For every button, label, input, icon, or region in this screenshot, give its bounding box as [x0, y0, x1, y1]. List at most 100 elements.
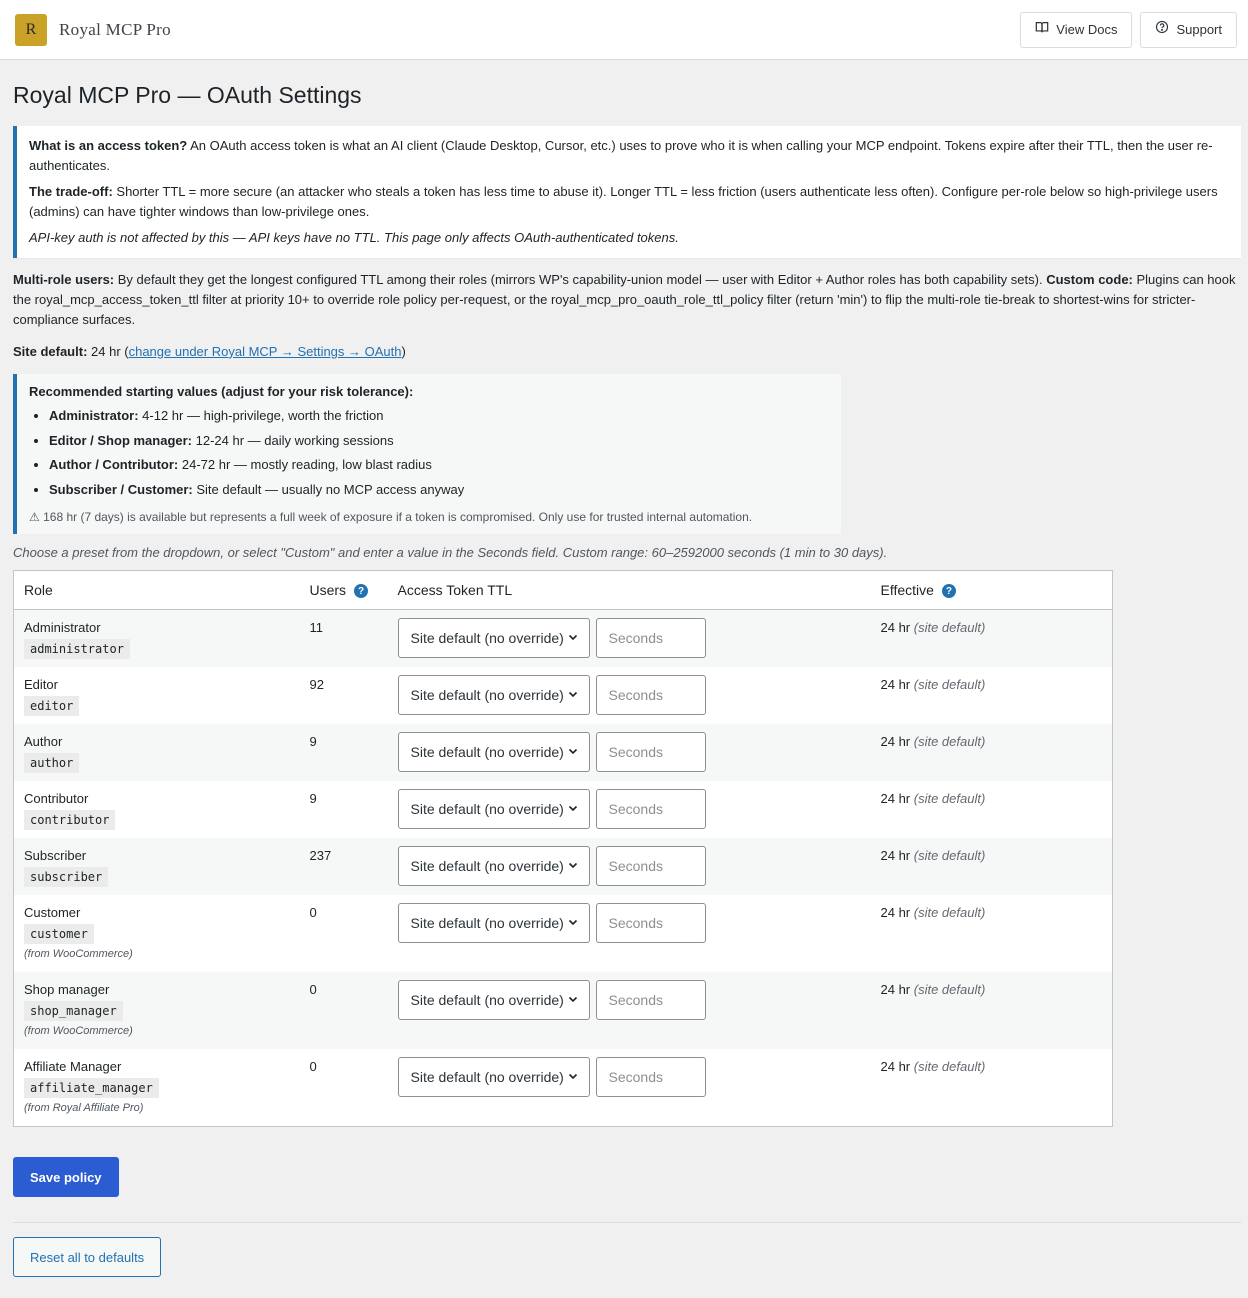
ttl-cell: Site default (no override): [387, 972, 871, 1050]
table-row: Editor editor 92 Site default (no override)…: [14, 667, 1113, 724]
role-source: (from WooCommerce): [24, 1025, 133, 1038]
user-count: 9: [309, 791, 317, 807]
role-slug: customer: [24, 924, 94, 945]
effective-value: 24 hr (site default): [880, 848, 986, 864]
role-cell: Shop manager shop_manager (from WooCommerc…: [13, 972, 300, 1050]
header-effective: Effective?: [870, 570, 1113, 611]
ttl-preset-select[interactable]: Site default (no override): [397, 618, 590, 659]
seconds-input[interactable]: [595, 618, 706, 659]
page-title: Royal MCP Pro — OAuth Settings: [13, 82, 362, 108]
role-source: (from Royal Affiliate Pro): [24, 1102, 144, 1115]
ttl-preset-select[interactable]: Site default (no override): [397, 789, 590, 830]
ttl-preset-select[interactable]: Site default (no override): [397, 675, 590, 716]
effective-value: 24 hr (site default): [880, 734, 986, 750]
table-body: Administrator administrator 11 Site default…: [13, 609, 1113, 1127]
users-cell: 0: [299, 972, 388, 1050]
effective-value: 24 hr (site default): [880, 905, 986, 921]
brand-name: Royal MCP Pro: [59, 19, 171, 39]
recommended-item: Editor / Shop manager: 12-24 hr — daily …: [49, 429, 827, 454]
seconds-input[interactable]: [595, 789, 706, 830]
role-name: Contributor: [24, 791, 89, 807]
role-ttl-table: Role Users? Access Token TTL Effective? …: [13, 570, 1113, 1128]
top-actions: View Docs Support: [1020, 11, 1237, 48]
content: Royal MCP Pro — OAuth Settings What is a…: [0, 81, 1248, 1278]
effective-value: 24 hr (site default): [880, 677, 986, 693]
ttl-preset-select[interactable]: Site default (no override): [397, 846, 590, 887]
role-cell: Affiliate Manager affiliate_manager (from …: [14, 1049, 300, 1127]
effective-cell: 24 hr (site default): [870, 724, 1113, 782]
effective-cell: 24 hr (site default): [870, 609, 1113, 668]
seconds-input[interactable]: [595, 980, 706, 1021]
seconds-input[interactable]: [595, 1057, 706, 1098]
table-row: Shop manager shop_manager (from WooCommerc…: [13, 972, 1113, 1050]
recommended-title: Recommended starting values (adjust for …: [29, 383, 414, 399]
header-ttl: Access Token TTL: [387, 570, 871, 611]
table-row: Administrator administrator 11 Site default…: [13, 609, 1113, 668]
ttl-cell: Site default (no override): [388, 667, 871, 724]
seconds-input[interactable]: [595, 675, 706, 716]
brand: R Royal MCP Pro: [15, 13, 171, 46]
effective-cell: 24 hr (site default): [871, 781, 1113, 838]
user-count: 11: [309, 620, 324, 636]
user-count: 9: [309, 734, 317, 750]
table-header-row: Role Users? Access Token TTL Effective?: [13, 570, 1113, 611]
users-cell: 9: [299, 724, 388, 782]
recommended-item: Author / Contributor: 24-72 hr — mostly …: [49, 453, 827, 478]
ttl-preset-select[interactable]: Site default (no override): [397, 732, 590, 773]
chevron-down-icon: [567, 913, 579, 934]
top-bar: R Royal MCP Pro View Docs Support: [0, 0, 1248, 60]
support-button[interactable]: Support: [1140, 11, 1237, 48]
preset-hint: Choose a preset from the dropdown, or se…: [13, 545, 888, 561]
seconds-input[interactable]: [595, 732, 706, 773]
table-row: Affiliate Manager affiliate_manager (from …: [14, 1049, 1113, 1127]
view-docs-button[interactable]: View Docs: [1020, 11, 1133, 48]
user-count: 0: [309, 982, 317, 998]
help-icon[interactable]: ?: [941, 584, 956, 599]
ttl-preset-select[interactable]: Site default (no override): [397, 980, 590, 1021]
user-count: 0: [309, 1059, 317, 1075]
header-role: Role: [13, 570, 300, 611]
seconds-input[interactable]: [595, 846, 706, 887]
chevron-down-icon: [567, 685, 579, 706]
role-name: Author: [24, 734, 63, 750]
user-count: 92: [309, 677, 324, 693]
role-name: Affiliate Manager: [24, 1059, 122, 1075]
help-icon[interactable]: ?: [354, 584, 369, 599]
ttl-cell: Site default (no override): [388, 781, 871, 838]
save-policy-button[interactable]: Save policy: [13, 1157, 119, 1198]
effective-value: 24 hr (site default): [880, 791, 986, 807]
brand-logo: R: [15, 13, 47, 46]
role-slug: contributor: [24, 810, 116, 831]
book-icon: [1035, 20, 1049, 40]
role-cell: Customer customer (from WooCommerce): [14, 895, 300, 972]
ttl-preset-select[interactable]: Site default (no override): [397, 903, 590, 944]
chevron-down-icon: [567, 856, 579, 877]
role-name: Administrator: [24, 620, 101, 636]
users-cell: 92: [300, 667, 388, 724]
role-source: (from WooCommerce): [24, 948, 133, 961]
role-cell: Author author: [13, 724, 300, 782]
user-count: 0: [309, 905, 317, 921]
users-cell: 237: [299, 838, 388, 896]
seconds-input[interactable]: [595, 903, 706, 944]
role-name: Shop manager: [24, 982, 110, 998]
users-cell: 11: [299, 609, 388, 668]
support-label: Support: [1176, 21, 1222, 37]
role-name: Editor: [24, 677, 58, 693]
role-name: Customer: [24, 905, 81, 921]
role-slug: administrator: [24, 639, 130, 660]
effective-cell: 24 hr (site default): [870, 972, 1113, 1050]
role-slug: editor: [24, 696, 80, 717]
chevron-down-icon: [567, 990, 579, 1011]
role-cell: Administrator administrator: [13, 609, 300, 668]
ttl-preset-select[interactable]: Site default (no override): [397, 1057, 590, 1098]
oauth-settings-link[interactable]: change under Royal MCP → Settings → OAut…: [129, 344, 402, 359]
effective-cell: 24 hr (site default): [871, 1049, 1113, 1127]
notice-what-is: What is an access token? An OAuth access…: [29, 137, 1213, 173]
site-default-paragraph: Site default: 24 hr (change under Royal …: [13, 343, 406, 359]
ttl-cell: Site default (no override): [388, 895, 871, 972]
reset-defaults-button[interactable]: Reset all to defaults: [13, 1237, 162, 1278]
chevron-down-icon: [567, 742, 579, 763]
table-row: Subscriber subscriber 237 Site default (no …: [13, 838, 1113, 896]
divider: [13, 1222, 1241, 1224]
